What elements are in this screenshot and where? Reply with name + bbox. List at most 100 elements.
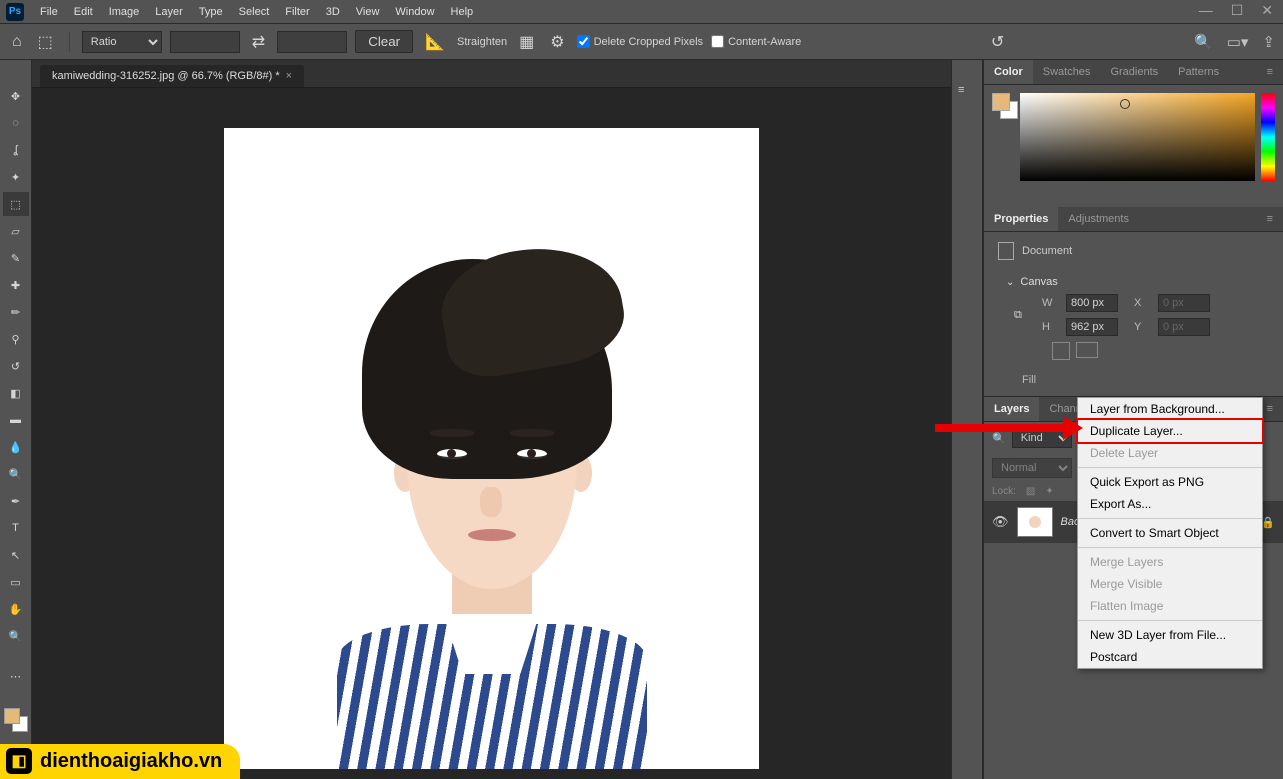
landscape-orientation-icon[interactable] [1076,342,1098,358]
context-menu-item[interactable]: Duplicate Layer... [1078,420,1262,442]
window-minimize-icon[interactable]: — [1199,2,1213,19]
straighten-icon[interactable]: 📐 [421,32,449,52]
context-menu-item[interactable]: Postcard [1078,646,1262,668]
visibility-icon[interactable]: 👁 [992,514,1009,530]
foreground-color-swatch[interactable] [4,708,20,724]
canvas-x-input [1158,294,1210,312]
menu-help[interactable]: Help [443,3,482,21]
brush-tool[interactable]: ✏ [3,300,29,324]
canvas-viewport[interactable] [32,88,951,779]
lasso-tool[interactable]: ʆ [3,138,29,162]
y-label: Y [1134,321,1150,333]
quick-select-tool[interactable]: ✦ [3,165,29,189]
context-menu-item[interactable]: Quick Export as PNG [1078,471,1262,493]
dock-icon[interactable]: ≡ [958,84,976,102]
type-tool[interactable]: T [3,516,29,540]
x-label: X [1134,297,1150,309]
context-menu-separator [1078,467,1262,468]
search-icon[interactable]: 🔍 [992,432,1006,445]
layer-lock-icon[interactable]: 🔒 [1261,516,1275,529]
dodge-tool[interactable]: 🔍 [3,462,29,486]
context-menu-item[interactable]: New 3D Layer from File... [1078,624,1262,646]
crop-tool[interactable]: ⬚ [3,192,29,216]
healing-brush-tool[interactable]: ✚ [3,273,29,297]
move-tool[interactable]: ✥ [3,84,29,108]
dock-strip: ≡ [951,60,983,779]
frame-tool[interactable]: ▱ [3,219,29,243]
marquee-tool[interactable]: ◌ [3,111,29,135]
tab-gradients[interactable]: Gradients [1100,60,1168,84]
menu-window[interactable]: Window [387,3,442,21]
context-menu-item[interactable]: Layer from Background... [1078,398,1262,420]
portrait-orientation-icon[interactable] [1052,342,1070,360]
gradient-tool[interactable]: ▬ [3,408,29,432]
menu-view[interactable]: View [348,3,388,21]
tab-adjustments[interactable]: Adjustments [1058,207,1139,231]
menu-filter[interactable]: Filter [277,3,317,21]
color-spectrum[interactable] [1020,93,1255,181]
menu-layer[interactable]: Layer [147,3,191,21]
context-menu-item[interactable]: Export As... [1078,493,1262,515]
tab-swatches[interactable]: Swatches [1033,60,1101,84]
document-canvas[interactable] [224,128,759,769]
color-picker-ring[interactable] [1120,99,1130,109]
menu-3d[interactable]: 3D [318,3,348,21]
tab-layers[interactable]: Layers [984,397,1039,421]
color-fg-bg-swatch[interactable] [992,93,1014,115]
menu-file[interactable]: File [32,3,66,21]
crop-width-input[interactable] [170,31,240,53]
eraser-tool[interactable]: ◧ [3,381,29,405]
share-icon[interactable]: ⇪ [1262,33,1275,51]
portrait-image [302,229,682,769]
clone-stamp-tool[interactable]: ⚲ [3,327,29,351]
document-tab[interactable]: kamiwedding-316252.jpg @ 66.7% (RGB/8#) … [40,65,304,87]
ratio-select[interactable]: Ratio [82,31,162,53]
shape-tool[interactable]: ▭ [3,570,29,594]
menu-type[interactable]: Type [191,3,231,21]
pen-tool[interactable]: ✒ [3,489,29,513]
divider [69,32,70,52]
window-maximize-icon[interactable]: ☐ [1231,2,1244,19]
layer-thumbnail[interactable] [1017,507,1053,537]
search-icon[interactable]: 🔍 [1194,33,1213,51]
crop-height-input[interactable] [277,31,347,53]
path-select-tool[interactable]: ↖ [3,543,29,567]
edit-toolbar-icon[interactable]: ⋯ [3,664,29,688]
window-close-icon[interactable]: ✕ [1261,2,1273,19]
menu-select[interactable]: Select [231,3,278,21]
panel-menu-icon[interactable]: ≡ [1257,60,1283,84]
tab-patterns[interactable]: Patterns [1168,60,1229,84]
zoom-tool[interactable]: 🔍 [3,624,29,648]
delete-cropped-checkbox[interactable]: Delete Cropped Pixels [577,35,703,48]
eyedropper-tool[interactable]: ✎ [3,246,29,270]
canvas-width-input[interactable] [1066,294,1118,312]
canvas-section[interactable]: Canvas [996,270,1271,294]
lock-pixels-icon[interactable]: ▨ [1026,486,1035,497]
history-brush-tool[interactable]: ↺ [3,354,29,378]
clear-button[interactable]: Clear [355,30,413,53]
crop-tool-icon[interactable]: ⬚ [34,32,57,52]
blur-tool[interactable]: 💧 [3,435,29,459]
swap-dimensions-icon[interactable]: ⇄ [248,32,269,52]
context-menu-item: Merge Layers [1078,551,1262,573]
tab-properties[interactable]: Properties [984,207,1058,231]
tab-color[interactable]: Color [984,60,1033,84]
home-icon[interactable]: ⌂ [8,33,26,51]
crop-options-icon[interactable]: ⚙ [546,32,568,52]
content-aware-checkbox[interactable]: Content-Aware [711,35,801,48]
panel-menu-icon[interactable]: ≡ [1257,207,1283,231]
menu-image[interactable]: Image [101,3,148,21]
close-tab-icon[interactable]: × [286,70,292,82]
lock-position-icon[interactable]: ✦ [1045,486,1053,497]
workspace-icon[interactable]: ▭▾ [1227,33,1249,51]
hue-slider[interactable] [1261,93,1275,181]
reset-icon[interactable]: ↺ [987,32,1008,52]
hand-tool[interactable]: ✋ [3,597,29,621]
grid-overlay-icon[interactable]: ▦ [515,32,538,52]
canvas-height-input[interactable] [1066,318,1118,336]
link-wh-icon[interactable]: ⧉ [1014,309,1034,322]
menu-edit[interactable]: Edit [66,3,101,21]
document-label: Document [1022,245,1072,257]
color-swatches[interactable] [4,708,28,732]
context-menu-item[interactable]: Convert to Smart Object [1078,522,1262,544]
